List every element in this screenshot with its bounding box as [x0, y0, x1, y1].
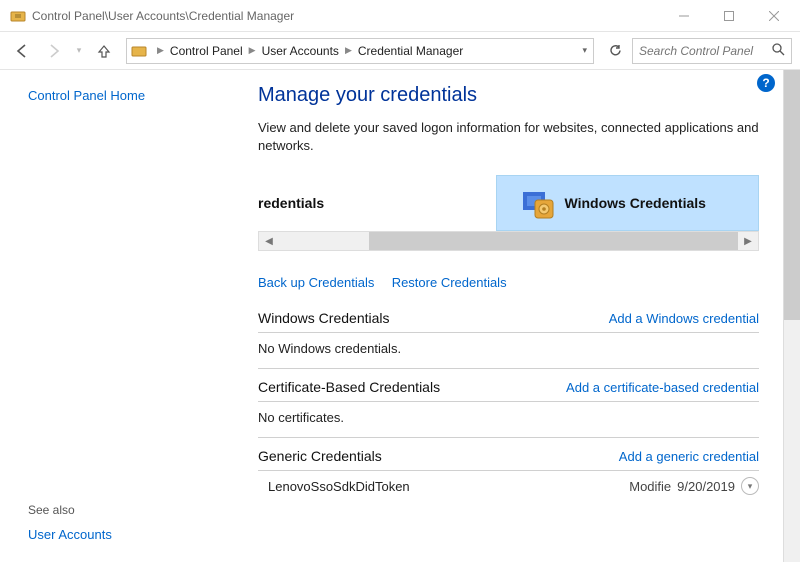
- credential-modified: Modifie 9/20/2019 ▾: [629, 477, 759, 495]
- search-box[interactable]: [632, 38, 792, 64]
- credential-name: LenovoSsoSdkDidToken: [268, 479, 410, 494]
- scroll-right-icon[interactable]: ▶: [738, 236, 758, 247]
- restore-credentials-link[interactable]: Restore Credentials: [392, 275, 507, 290]
- scroll-thumb[interactable]: [784, 70, 800, 320]
- titlebar: Control Panel\User Accounts\Credential M…: [0, 0, 800, 32]
- add-windows-credential-link[interactable]: Add a Windows credential: [609, 311, 759, 326]
- section-generic-credentials: Generic Credentials Add a generic creden…: [258, 448, 759, 495]
- app-icon: [10, 8, 26, 24]
- sidebar-see-also-heading: See also: [28, 503, 214, 517]
- credential-actions: Back up Credentials Restore Credentials: [258, 275, 759, 290]
- breadcrumb-item-0[interactable]: Control Panel: [170, 44, 243, 58]
- help-icon[interactable]: ?: [757, 74, 775, 92]
- credential-row[interactable]: LenovoSsoSdkDidToken Modifie 9/20/2019 ▾: [258, 471, 759, 495]
- breadcrumb-icon: [131, 43, 147, 59]
- main-content: ? Manage your credentials View and delet…: [230, 70, 783, 562]
- forward-button[interactable]: [40, 37, 68, 65]
- vertical-scrollbar[interactable]: [783, 70, 800, 562]
- tab-web-label-partial: redentials: [258, 195, 324, 211]
- chevron-right-icon: ▶: [249, 45, 256, 56]
- chevron-down-icon[interactable]: ▾: [741, 477, 759, 495]
- add-generic-credential-link[interactable]: Add a generic credential: [619, 449, 759, 464]
- back-button[interactable]: [8, 37, 36, 65]
- search-icon[interactable]: [772, 43, 785, 59]
- section-title: Generic Credentials: [258, 448, 382, 464]
- tab-windows-credentials[interactable]: Windows Credentials: [496, 175, 760, 231]
- section-title: Windows Credentials: [258, 310, 390, 326]
- sidebar: Control Panel Home See also User Account…: [0, 70, 230, 562]
- credential-tabs: redentials Windows Credentials: [258, 175, 759, 231]
- breadcrumb-item-2[interactable]: Credential Manager: [358, 44, 463, 58]
- chevron-right-icon: ▶: [157, 45, 164, 56]
- page-title: Manage your credentials: [258, 84, 759, 107]
- section-certificate-credentials: Certificate-Based Credentials Add a cert…: [258, 379, 759, 438]
- close-button[interactable]: [751, 1, 796, 31]
- horizontal-scrollbar[interactable]: ◀ ▶: [258, 231, 759, 251]
- vault-icon: [521, 186, 555, 220]
- search-input[interactable]: [639, 44, 785, 58]
- add-certificate-credential-link[interactable]: Add a certificate-based credential: [566, 380, 759, 395]
- toolbar: ▾ ▶ Control Panel ▶ User Accounts ▶ Cred…: [0, 32, 800, 70]
- breadcrumb[interactable]: ▶ Control Panel ▶ User Accounts ▶ Creden…: [126, 38, 594, 64]
- scroll-thumb[interactable]: [369, 232, 738, 250]
- section-body: No certificates.: [258, 402, 759, 438]
- sidebar-home-link[interactable]: Control Panel Home: [28, 88, 214, 103]
- titlebar-text: Control Panel\User Accounts\Credential M…: [32, 9, 661, 23]
- refresh-button[interactable]: [602, 38, 628, 64]
- sidebar-user-accounts-link[interactable]: User Accounts: [28, 527, 214, 542]
- section-windows-credentials: Windows Credentials Add a Windows creden…: [258, 310, 759, 369]
- page-description: View and delete your saved logon informa…: [258, 119, 759, 155]
- recent-dropdown[interactable]: ▾: [72, 37, 86, 65]
- tab-web-credentials[interactable]: redentials: [258, 175, 496, 231]
- backup-credentials-link[interactable]: Back up Credentials: [258, 275, 374, 290]
- body: Control Panel Home See also User Account…: [0, 70, 800, 562]
- chevron-right-icon: ▶: [345, 45, 352, 56]
- chevron-down-icon[interactable]: ▾: [582, 45, 587, 56]
- maximize-button[interactable]: [706, 1, 751, 31]
- up-button[interactable]: [90, 37, 118, 65]
- tab-win-label: Windows Credentials: [565, 195, 706, 211]
- section-title: Certificate-Based Credentials: [258, 379, 440, 395]
- breadcrumb-item-1[interactable]: User Accounts: [262, 44, 339, 58]
- scroll-left-icon[interactable]: ◀: [259, 236, 279, 247]
- section-body: No Windows credentials.: [258, 333, 759, 369]
- minimize-button[interactable]: [661, 1, 706, 31]
